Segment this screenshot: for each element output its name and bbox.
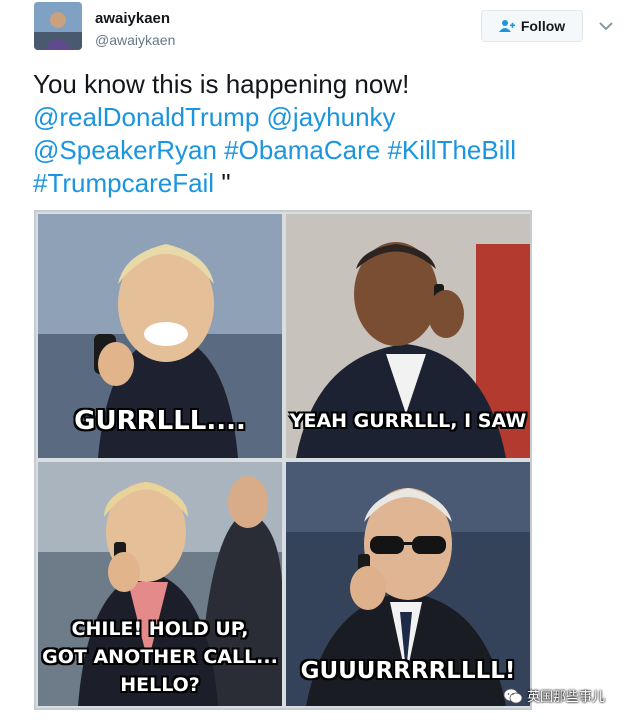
user-handle[interactable]: @awaiykaen bbox=[95, 32, 175, 48]
tweet-text: You know this is happening now! @realDon… bbox=[33, 68, 613, 200]
meme-caption: GUUURRRRLLLL! bbox=[300, 658, 516, 684]
meme-caption: GURRLLL.... bbox=[74, 406, 246, 436]
meme-panel-4: GUUURRRRLLLL! bbox=[286, 462, 530, 706]
chevron-down-icon[interactable] bbox=[597, 18, 615, 34]
watermark: 英国那些事儿 bbox=[503, 686, 605, 705]
avatar[interactable] bbox=[34, 2, 82, 50]
user-name[interactable]: awaiykaen bbox=[95, 10, 170, 27]
meme-caption-line: HELLO? bbox=[120, 674, 200, 696]
meme-panel-2: YEAH GURRLLL, I SAW bbox=[286, 214, 530, 458]
tweet-line: You know this is happening now! bbox=[33, 69, 410, 99]
follow-label: Follow bbox=[520, 18, 566, 34]
meme-caption-line: CHILE! HOLD UP, bbox=[71, 618, 249, 640]
wechat-icon bbox=[503, 688, 523, 704]
tweet-header: awaiykaen @awaiykaen Follow bbox=[0, 0, 634, 64]
add-user-icon bbox=[498, 19, 515, 33]
mention-hashtag-links[interactable]: @SpeakerRyan #ObamaCare #KillTheBill bbox=[33, 134, 613, 167]
meme-panel-1: GURRLLL.... bbox=[38, 214, 282, 458]
meme-image[interactable]: GURRLLL.... YEAH GURRLLL, I SAW CHILE! H… bbox=[34, 210, 532, 710]
meme-panel-3: CHILE! HOLD UP, GOT ANOTHER CALL... HELL… bbox=[38, 462, 282, 706]
watermark-text: 英国那些事儿 bbox=[527, 689, 606, 704]
mention-links[interactable]: @realDonaldTrump @jayhunky bbox=[33, 101, 613, 134]
hashtag-link[interactable]: #TrumpcareFail bbox=[33, 168, 214, 198]
meme-caption: YEAH GURRLLL, I SAW bbox=[289, 410, 527, 432]
follow-button[interactable]: Follow bbox=[481, 10, 583, 42]
meme-caption-line: GOT ANOTHER CALL... bbox=[42, 646, 278, 668]
trailing-quote: " bbox=[214, 168, 231, 198]
